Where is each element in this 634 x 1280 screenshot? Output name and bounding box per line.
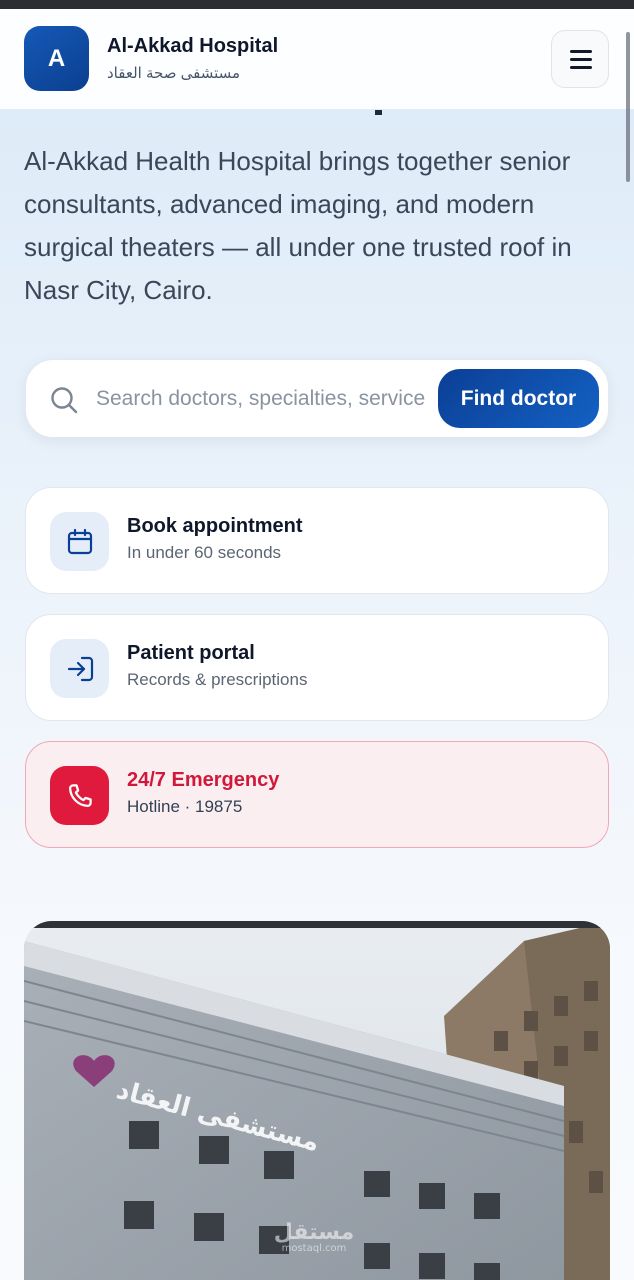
- building-illustration: مستشفى العقاد مستقل mostaql.com: [24, 921, 610, 1280]
- hamburger-icon-line: [570, 50, 592, 53]
- card-title: Book appointment: [127, 515, 303, 537]
- hospital-logo[interactable]: A: [24, 26, 89, 91]
- patient-portal-card[interactable]: Patient portal Records & prescriptions: [25, 614, 609, 721]
- hospital-building-photo: مستشفى العقاد مستقل mostaql.com: [24, 921, 610, 1280]
- login-icon: [50, 639, 109, 698]
- doctor-search-bar: Find doctor: [25, 359, 609, 438]
- card-subtitle: Records & prescriptions: [127, 670, 308, 689]
- search-icon: [51, 387, 78, 414]
- book-appointment-card[interactable]: Book appointment In under 60 seconds: [25, 487, 609, 594]
- brand-subtitle-arabic: مستشفى صحة العقاد: [107, 65, 241, 82]
- card-title: 24/7 Emergency: [127, 769, 280, 791]
- find-doctor-button[interactable]: Find doctor: [438, 369, 599, 428]
- calendar-icon: [50, 512, 109, 571]
- watermark-arabic: مستقل: [274, 1220, 354, 1245]
- photo-top-edge: [24, 921, 610, 928]
- card-subtitle: In under 60 seconds: [127, 543, 282, 562]
- hero-intro-text: Al-Akkad Health Hospital brings together…: [24, 146, 572, 305]
- menu-button[interactable]: [551, 30, 609, 88]
- hamburger-icon-line: [570, 66, 592, 69]
- card-title: Patient portal: [127, 642, 255, 664]
- clipped-heading-fragment: [375, 110, 382, 115]
- site-header: A Al-Akkad Hospital مستشفى صحة العقاد: [0, 9, 634, 109]
- page-scrollbar[interactable]: [626, 32, 630, 182]
- brand-name[interactable]: Al-Akkad Hospital: [107, 35, 278, 58]
- emergency-hotline-card[interactable]: 24/7 Emergency Hotline · 19875: [25, 741, 609, 848]
- phone-icon: [50, 766, 109, 825]
- card-subtitle: Hotline · 19875: [127, 797, 243, 816]
- status-bar: [0, 0, 634, 9]
- hamburger-icon-line: [570, 58, 592, 61]
- search-input[interactable]: [96, 378, 426, 420]
- watermark-latin: mostaql.com: [282, 1243, 347, 1254]
